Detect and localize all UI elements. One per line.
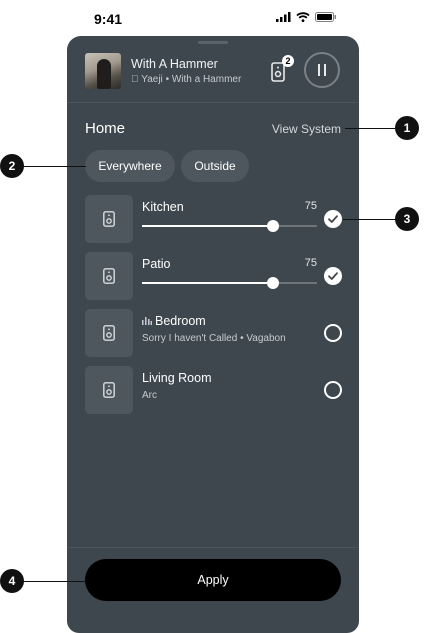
speaker-icon [103,382,115,398]
room-name: Bedroom [155,314,206,328]
now-playing-bar: With A Hammer  Yaeji • With a Hammer 2 [67,36,359,103]
bottom-bar: Apply [67,547,359,633]
volume-slider[interactable] [142,277,317,289]
output-picker-sheet: With A Hammer  Yaeji • With a Hammer 2 … [67,36,359,633]
track-artist: Yaeji [131,74,163,85]
callout-line [345,128,395,129]
callout-line [343,219,395,220]
callout-line [22,581,86,582]
room-tile [85,309,133,357]
room-name: Living Room [142,371,212,385]
check-icon [328,215,338,223]
room-name: Kitchen [142,200,184,214]
room-row-patio[interactable]: Patio 75 [67,252,359,302]
pause-button[interactable] [304,52,340,88]
room-tile [85,252,133,300]
apply-button[interactable]: Apply [85,559,341,601]
chip-outside[interactable]: Outside [181,150,249,182]
view-system-link[interactable]: View System [272,122,341,136]
room-name-wrap: Bedroom [142,314,206,328]
room-select-checkbox[interactable] [324,324,342,342]
room-now-playing: Sorry I haven't Called • Vagabon [142,333,286,344]
section-title: Home [85,120,126,137]
album-art [85,53,121,89]
status-bar: 9:41 [67,0,359,36]
room-row-living-room[interactable]: Living Room Arc [67,366,359,416]
volume-value: 75 [304,257,317,269]
callout-3: 3 [395,207,419,231]
callout-4: 4 [0,569,24,593]
speaker-icon [103,325,115,341]
speaker-icon [103,268,115,284]
apple-music-icon:  [131,74,139,85]
room-now-playing: Arc [142,390,157,401]
speaker-count-badge: 2 [282,55,294,67]
volume-slider[interactable] [142,220,317,232]
track-subtitle:  Yaeji • With a Hammer [131,74,253,85]
track-album: With a Hammer [161,74,241,85]
track-title: With A Hammer [131,57,218,71]
room-tile [85,366,133,414]
slider-knob[interactable] [267,220,280,232]
room-row-kitchen[interactable]: Kitchen 75 [67,195,359,245]
room-tile [85,195,133,243]
callout-1: 1 [395,116,419,140]
slider-knob[interactable] [267,277,280,289]
status-icons [276,12,337,22]
playing-bars-icon [142,317,152,325]
speaker-icon [103,211,115,227]
room-select-checkbox[interactable] [324,381,342,399]
room-name: Patio [142,257,171,271]
chip-everywhere[interactable]: Everywhere [85,150,175,182]
wifi-icon [296,12,310,22]
callout-2: 2 [0,154,24,178]
room-select-checkbox[interactable] [324,267,342,285]
volume-value: 75 [304,200,317,212]
status-time: 9:41 [94,11,123,27]
room-select-checkbox[interactable] [324,210,342,228]
room-row-bedroom[interactable]: Bedroom Sorry I haven't Called • Vagabon [67,309,359,359]
check-icon [328,272,338,280]
signal-icon [276,12,291,22]
battery-icon [315,12,336,22]
callout-line [22,166,86,167]
